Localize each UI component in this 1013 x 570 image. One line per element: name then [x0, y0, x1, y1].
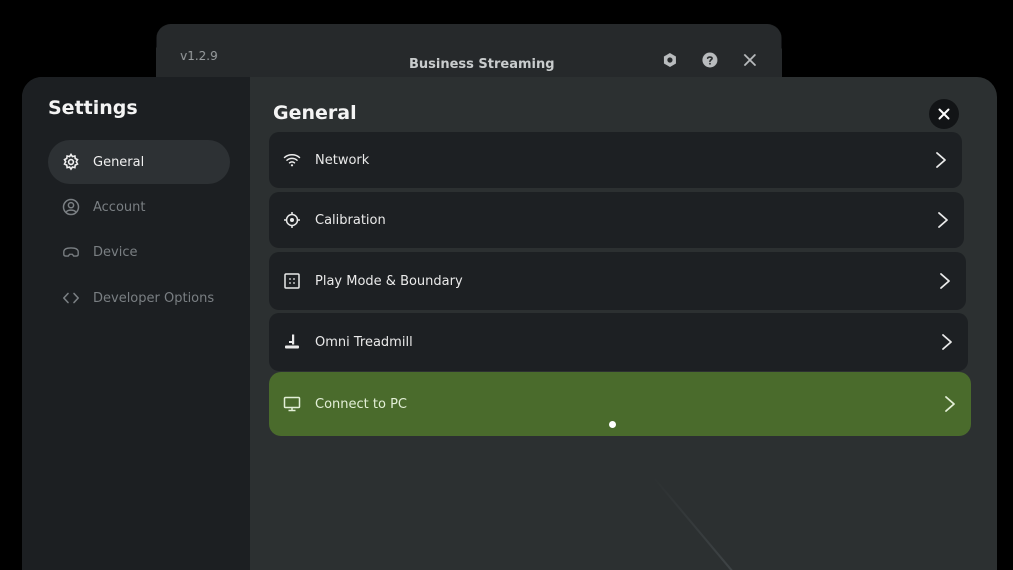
crosshair-icon [283, 211, 301, 229]
wifi-icon [283, 151, 301, 169]
monitor-icon [283, 395, 301, 413]
list-item-label: Calibration [315, 212, 386, 228]
sidebar-item-general[interactable]: General [48, 140, 230, 184]
list-item-label: Connect to PC [315, 396, 407, 412]
pointer-cursor [609, 421, 616, 428]
treadmill-icon [283, 333, 301, 351]
headset-icon [62, 243, 80, 261]
vr-scene: v1.2.9 Business Streaming Settings Gener… [0, 0, 1013, 570]
settings-icon[interactable] [662, 52, 678, 68]
sidebar-item-device[interactable]: Device [48, 230, 230, 274]
settings-panel: Settings General Account Device Develope… [22, 77, 997, 570]
list-item-calibration[interactable]: Calibration [269, 192, 964, 248]
settings-title: Settings [48, 97, 138, 119]
sidebar-item-account[interactable]: Account [48, 185, 230, 229]
page-title: General [273, 102, 357, 124]
sidebar-item-label: Developer Options [93, 290, 215, 306]
list-item-omni-treadmill[interactable]: Omni Treadmill [269, 313, 968, 371]
gear-icon [62, 153, 80, 171]
sidebar-item-label: Device [93, 244, 138, 260]
list-item-network[interactable]: Network [269, 132, 962, 188]
sidebar-item-label: Account [93, 199, 146, 215]
chevron-right-icon [934, 151, 948, 169]
chevron-right-icon [943, 395, 957, 413]
version-label: v1.2.9 [180, 49, 218, 64]
code-icon [62, 289, 80, 307]
chevron-right-icon [940, 333, 954, 351]
window-title: Business Streaming [408, 57, 555, 72]
chevron-right-icon [936, 211, 950, 229]
close-button[interactable] [929, 99, 959, 129]
boundary-icon [283, 272, 301, 290]
list-item-label: Omni Treadmill [315, 334, 413, 350]
help-icon[interactable] [702, 52, 718, 68]
pointer-ray [652, 475, 738, 570]
sidebar-item-label: General [93, 154, 145, 170]
chevron-right-icon [938, 272, 952, 290]
list-item-label: Play Mode & Boundary [315, 273, 463, 289]
account-icon [62, 198, 80, 216]
list-item-play-mode-boundary[interactable]: Play Mode & Boundary [269, 252, 966, 310]
close-icon [938, 105, 950, 124]
close-icon[interactable] [742, 52, 758, 68]
list-item-connect-to-pc[interactable]: Connect to PC [269, 372, 971, 436]
settings-sidebar: Settings General Account Device Develope… [22, 77, 250, 570]
sidebar-item-developer-options[interactable]: Developer Options [48, 276, 230, 320]
list-item-label: Network [315, 152, 370, 168]
